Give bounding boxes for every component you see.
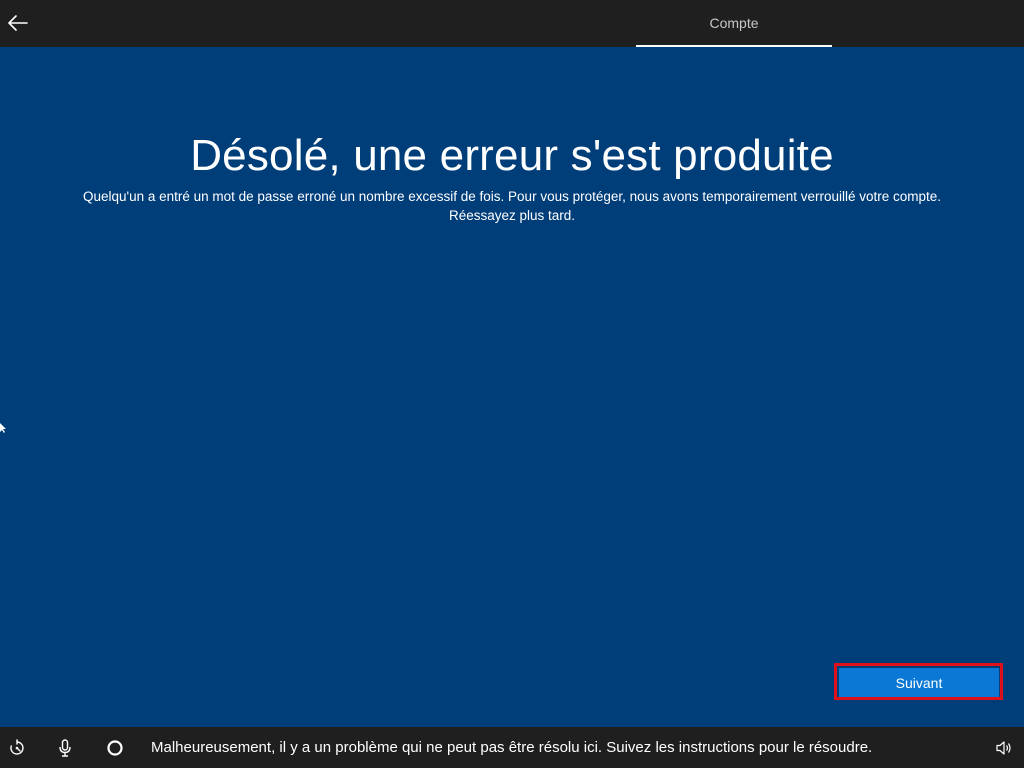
accessibility-icon — [10, 738, 24, 755]
error-message: Quelqu'un a entré un mot de passe erroné… — [82, 189, 942, 223]
top-bar: Compte — [0, 0, 1024, 47]
accessibility-button[interactable] — [2, 727, 32, 768]
next-button[interactable]: Suivant — [839, 668, 999, 697]
status-message: Malheureusement, il y a un problème qui … — [151, 739, 873, 756]
tab-compte[interactable]: Compte — [636, 0, 832, 46]
cortana-button[interactable] — [100, 727, 130, 768]
microphone-button[interactable] — [50, 727, 80, 768]
mouse-cursor-icon — [0, 423, 6, 433]
volume-button[interactable] — [989, 727, 1019, 768]
microphone-icon — [59, 738, 71, 757]
main-panel: Désolé, une erreur s'est produite Quelqu… — [0, 47, 1024, 727]
page-title: Désolé, une erreur s'est produite — [190, 131, 834, 180]
back-arrow-icon — [8, 15, 28, 31]
cortana-icon — [107, 739, 123, 756]
back-button[interactable] — [0, 0, 36, 46]
bottom-bar: Malheureusement, il y a un problème qui … — [0, 727, 1024, 768]
volume-icon — [996, 740, 1011, 755]
